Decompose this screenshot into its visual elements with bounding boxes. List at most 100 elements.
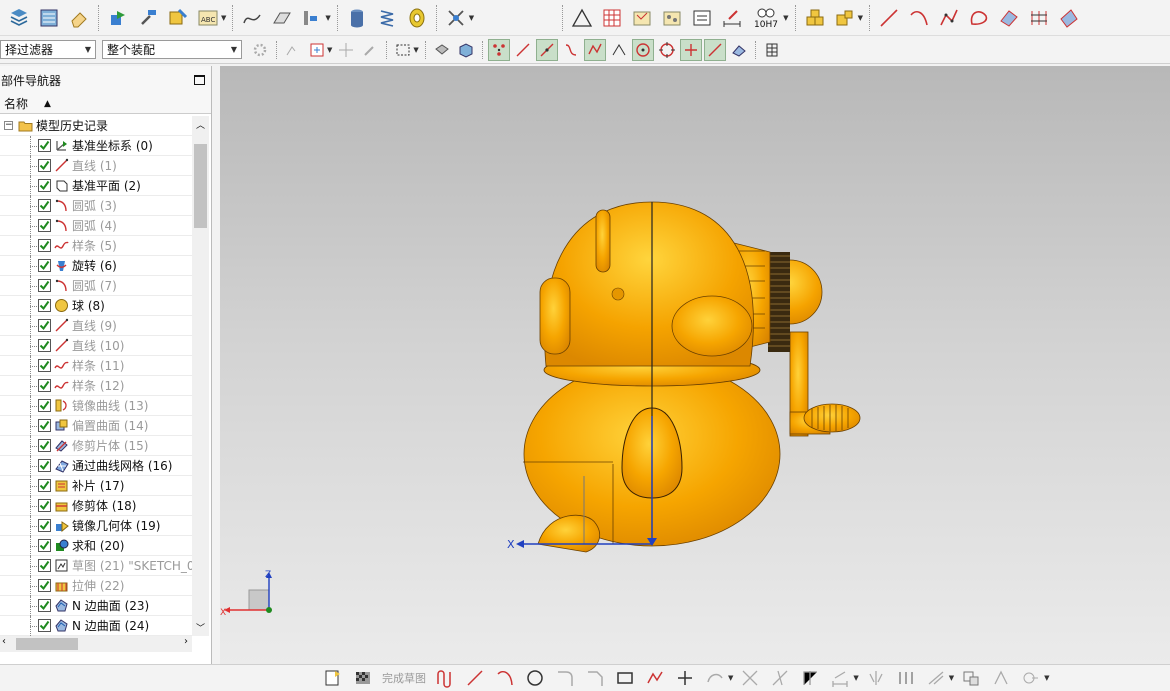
- rectangle-tool-icon[interactable]: [613, 667, 637, 689]
- tree-item[interactable]: 样条 (5): [0, 236, 192, 256]
- note-icon[interactable]: [689, 5, 715, 31]
- tree-item[interactable]: 球 (8): [0, 296, 192, 316]
- visibility-checkbox[interactable]: [38, 279, 51, 292]
- eraser-icon[interactable]: [66, 5, 92, 31]
- finish-sketch-label[interactable]: 完成草图: [382, 670, 426, 686]
- chevron-down-icon[interactable]: ▼: [853, 674, 858, 682]
- vertical-scrollbar[interactable]: ︿ ﹀: [192, 116, 209, 636]
- tree-root[interactable]: − 模型历史记录: [0, 116, 192, 136]
- snap-center-icon[interactable]: [631, 38, 654, 61]
- tree-item[interactable]: 拉伸 (22): [0, 576, 192, 596]
- tree-item[interactable]: N 边曲面 (23): [0, 596, 192, 616]
- type-filter-select[interactable]: 择过滤器 ▼: [0, 40, 96, 59]
- snap-point-on-icon[interactable]: [679, 38, 702, 61]
- maximize-icon[interactable]: [194, 75, 205, 85]
- visibility-checkbox[interactable]: [38, 219, 51, 232]
- sketch-curve-icon[interactable]: [239, 5, 265, 31]
- navigator-column-header[interactable]: 名称 ▲: [0, 94, 211, 114]
- horizontal-scrollbar[interactable]: ‹ ›: [0, 636, 192, 652]
- arc-tool-icon[interactable]: [906, 5, 932, 31]
- solid-block-icon[interactable]: [455, 39, 477, 61]
- assembly-blocks-icon[interactable]: [802, 5, 828, 31]
- model-view[interactable]: X Z X: [220, 66, 1170, 664]
- assembly-constraint-icon[interactable]: [832, 5, 858, 31]
- visibility-checkbox[interactable]: [38, 619, 51, 632]
- tree-item[interactable]: N 边曲面 (24): [0, 616, 192, 636]
- chevron-down-icon[interactable]: ▼: [325, 14, 330, 22]
- snap-quadrant-icon[interactable]: [656, 39, 678, 61]
- model-head[interactable]: [539, 201, 754, 367]
- visibility-checkbox[interactable]: [38, 419, 51, 432]
- tree-item[interactable]: 直线 (1): [0, 156, 192, 176]
- visibility-checkbox[interactable]: [38, 399, 51, 412]
- view-layout-icon[interactable]: [659, 5, 685, 31]
- tree-item[interactable]: 偏置曲面 (14): [0, 416, 192, 436]
- visibility-checkbox[interactable]: [38, 139, 51, 152]
- scroll-right-icon[interactable]: ›: [184, 636, 188, 647]
- snap-intersection-icon[interactable]: [608, 39, 630, 61]
- drawing-sheet-icon[interactable]: [629, 5, 655, 31]
- visibility-checkbox[interactable]: [38, 459, 51, 472]
- auto-constraint-icon[interactable]: [924, 667, 948, 689]
- chamfer-tool-icon[interactable]: [583, 667, 607, 689]
- surface-patch-icon[interactable]: [996, 5, 1022, 31]
- mirror-curve-icon[interactable]: [864, 667, 888, 689]
- spring-icon[interactable]: [374, 5, 400, 31]
- selection-box-icon[interactable]: [306, 39, 328, 61]
- snap-tangent-icon[interactable]: [703, 38, 726, 61]
- snap-endpoint-icon[interactable]: [487, 38, 510, 61]
- layer-settings-icon[interactable]: [36, 5, 62, 31]
- collapse-icon[interactable]: −: [4, 121, 13, 130]
- tree-item[interactable]: 圆弧 (7): [0, 276, 192, 296]
- curve-network-icon[interactable]: [1026, 5, 1052, 31]
- visibility-checkbox[interactable]: [38, 319, 51, 332]
- tree-item[interactable]: 修剪片体 (15): [0, 436, 192, 456]
- chevron-down-icon[interactable]: ▼: [728, 674, 733, 682]
- visibility-checkbox[interactable]: [38, 339, 51, 352]
- snap-curve-icon[interactable]: [560, 39, 582, 61]
- cylinder-icon[interactable]: [344, 5, 370, 31]
- tree-item[interactable]: 样条 (11): [0, 356, 192, 376]
- chevron-down-icon[interactable]: ▼: [1044, 674, 1049, 682]
- tree-item[interactable]: 圆弧 (4): [0, 216, 192, 236]
- tree-item[interactable]: 基准坐标系 (0): [0, 136, 192, 156]
- sketch-icon[interactable]: [321, 667, 345, 689]
- visibility-checkbox[interactable]: [38, 259, 51, 272]
- tree-item[interactable]: 直线 (9): [0, 316, 192, 336]
- graphics-viewport[interactable]: X Z X: [220, 66, 1170, 664]
- chevron-down-icon[interactable]: ▼: [949, 674, 954, 682]
- shaded-block-icon[interactable]: [431, 39, 453, 61]
- chevron-down-icon[interactable]: ▼: [413, 46, 418, 54]
- scroll-up-icon[interactable]: ︿: [196, 118, 205, 131]
- wire-tool-icon[interactable]: [443, 5, 469, 31]
- visibility-checkbox[interactable]: [38, 179, 51, 192]
- tree-item[interactable]: 补片 (17): [0, 476, 192, 496]
- attach-icon[interactable]: [359, 39, 381, 61]
- convert-reference-icon[interactable]: [989, 667, 1013, 689]
- snap-face-icon[interactable]: [728, 39, 750, 61]
- point-tool-icon[interactable]: [673, 667, 697, 689]
- visibility-checkbox[interactable]: [38, 599, 51, 612]
- visibility-checkbox[interactable]: [38, 499, 51, 512]
- visibility-checkbox[interactable]: [38, 479, 51, 492]
- model-foot[interactable]: [537, 514, 600, 553]
- tree-item[interactable]: 旋转 (6): [0, 256, 192, 276]
- tree-item[interactable]: 镜像几何体 (19): [0, 516, 192, 536]
- scroll-thumb[interactable]: [16, 638, 78, 650]
- line-tool-icon[interactable]: [876, 5, 902, 31]
- chevron-down-icon[interactable]: ▼: [858, 14, 863, 22]
- snap-control-point-icon[interactable]: [583, 38, 606, 61]
- component-icon[interactable]: [165, 5, 191, 31]
- layers-stack-icon[interactable]: [6, 5, 32, 31]
- constraint-icon[interactable]: [894, 667, 918, 689]
- fillet-tool-icon[interactable]: [553, 667, 577, 689]
- finish-sketch-flag-icon[interactable]: [351, 667, 375, 689]
- snap-line-icon[interactable]: [512, 39, 534, 61]
- offset-curve-icon[interactable]: [703, 667, 727, 689]
- snap-point-icon[interactable]: [282, 39, 304, 61]
- trim-surface-icon[interactable]: [1056, 5, 1082, 31]
- tree-item[interactable]: 修剪体 (18): [0, 496, 192, 516]
- feature-table-icon[interactable]: [299, 5, 325, 31]
- visibility-checkbox[interactable]: [38, 439, 51, 452]
- surface-sweep-icon[interactable]: [269, 5, 295, 31]
